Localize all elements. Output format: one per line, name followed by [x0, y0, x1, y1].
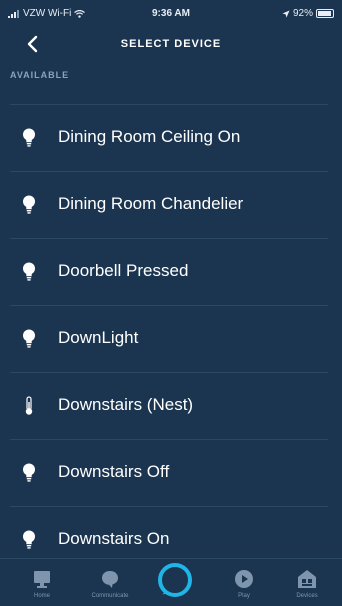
tab-devices-label: Devices [296, 593, 318, 599]
tab-home-label: Home [33, 593, 50, 599]
alexa-ring-icon [158, 563, 192, 597]
device-row[interactable]: DownLight [10, 305, 328, 372]
device-label: Dining Room Ceiling On [58, 127, 241, 146]
lightbulb-icon [22, 463, 36, 483]
device-label: Downstairs (Nest) [58, 395, 194, 414]
tab-communicate[interactable]: Communicate [80, 559, 140, 606]
tab-play[interactable]: Play [214, 559, 274, 606]
lightbulb-icon [22, 329, 36, 349]
battery-icon [316, 9, 334, 18]
tab-communicate-label: Communicate [91, 593, 129, 599]
tab-home[interactable]: Home [12, 559, 72, 606]
device-row[interactable]: Doorbell Pressed [10, 238, 328, 305]
devices-icon [298, 570, 316, 588]
location-arrow-icon [282, 10, 290, 17]
lightbulb-icon [22, 128, 36, 148]
alexa-button[interactable] [157, 562, 193, 598]
device-label: DownLight [58, 328, 139, 347]
page-title: SELECT DEVICE [120, 38, 222, 50]
lightbulb-icon [22, 195, 36, 215]
device-label: Downstairs Off [58, 462, 170, 481]
header: SELECT DEVICE [0, 26, 342, 64]
status-bar: VZW Wi-Fi 9:36 AM 92% [0, 0, 342, 26]
thermostat-icon [22, 396, 36, 416]
battery-percent: 92% [292, 8, 313, 19]
device-label: Dining Room Chandelier [58, 194, 244, 213]
lightbulb-icon [22, 262, 36, 282]
device-row[interactable]: Downstairs (Nest) [10, 372, 328, 439]
device-list: Dining Room Ceiling On Dining Room Chande… [0, 104, 342, 573]
device-label: Downstairs On [58, 529, 170, 548]
tab-devices[interactable]: Devices [277, 559, 337, 606]
device-row[interactable]: Dining Room Ceiling On [10, 104, 328, 171]
play-icon [235, 570, 253, 588]
battery-fill [318, 11, 331, 16]
lightbulb-icon [22, 530, 36, 550]
chat-bubble-icon [102, 571, 118, 588]
home-icon [34, 571, 50, 588]
device-row[interactable]: Downstairs Off [10, 439, 328, 506]
device-row[interactable]: Dining Room Chandelier [10, 171, 328, 238]
device-label: Doorbell Pressed [58, 261, 189, 280]
tab-play-label: Play [238, 593, 250, 599]
status-right: 92% [282, 8, 334, 19]
section-label-available: AVAILABLE [10, 70, 70, 80]
